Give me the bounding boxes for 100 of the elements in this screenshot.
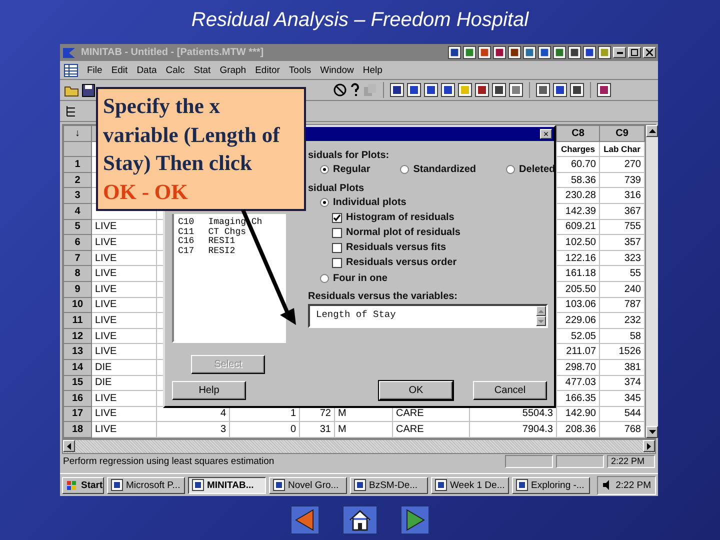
app-icon — [192, 479, 204, 491]
scroll-down-icon[interactable] — [648, 430, 656, 434]
menu-item[interactable]: Tools — [288, 64, 312, 76]
window-icon[interactable] — [509, 83, 523, 97]
restore-button[interactable] — [628, 47, 641, 58]
checkbox[interactable] — [332, 242, 342, 253]
list-item[interactable]: C16 RESI1 — [178, 237, 280, 246]
column-header[interactable]: C8 — [556, 126, 600, 142]
help-icon[interactable] — [350, 83, 360, 97]
no-entry-icon[interactable] — [333, 83, 347, 97]
shortcut-icon[interactable] — [523, 46, 536, 59]
shortcut-icon[interactable] — [568, 46, 581, 59]
menu-item[interactable]: Data — [136, 64, 157, 76]
menu-item[interactable]: Stat — [194, 64, 211, 76]
ok-button[interactable]: OK — [379, 381, 453, 400]
window-icon[interactable] — [390, 83, 404, 97]
window-icon[interactable] — [458, 83, 472, 97]
scroll-up-icon[interactable] — [648, 129, 656, 133]
taskbar-item[interactable]: Microsoft P... — [107, 476, 185, 494]
menu-item[interactable]: Edit — [111, 64, 128, 76]
save-icon[interactable] — [82, 84, 95, 96]
table-cell: 142.90 — [556, 406, 600, 422]
cancel-button[interactable]: Cancel — [473, 381, 547, 400]
shortcut-icon[interactable] — [583, 46, 596, 59]
help-button[interactable]: Help — [172, 381, 246, 400]
radio-button[interactable] — [320, 274, 329, 283]
horizontal-scrollbar[interactable] — [62, 439, 656, 454]
close-button[interactable]: × — [540, 129, 552, 139]
menu-item[interactable]: Calc — [166, 64, 185, 76]
table-cell: LIVE — [92, 234, 156, 250]
checkbox[interactable] — [332, 258, 342, 268]
table-cell: LIVE — [92, 219, 156, 235]
row-number: 12 — [64, 328, 92, 344]
shortcut-icon[interactable] — [478, 46, 491, 59]
minimize-button[interactable] — [613, 47, 626, 58]
table-cell: LIVE — [92, 312, 156, 328]
radio-button[interactable] — [400, 165, 410, 174]
window-icon[interactable] — [475, 83, 489, 97]
radio-button[interactable] — [320, 165, 329, 174]
menu-item[interactable]: Graph — [220, 64, 246, 76]
shortcut-icon[interactable] — [493, 46, 506, 59]
window-icon[interactable] — [424, 83, 438, 97]
app-icon — [273, 479, 285, 491]
taskbar-item[interactable]: Week 1 De... — [431, 476, 509, 494]
checkbox[interactable] — [332, 228, 342, 238]
taskbar-item[interactable]: Novel Gro... — [269, 476, 347, 494]
taskbar-item[interactable]: MINITAB... — [188, 476, 266, 494]
minimize-icon[interactable] — [616, 52, 622, 54]
row-number: 16 — [64, 390, 92, 406]
speaker-icon[interactable] — [602, 480, 612, 490]
window-icon[interactable] — [492, 83, 506, 97]
shortcut-icon[interactable] — [463, 46, 476, 59]
menu-item[interactable]: Window — [320, 64, 354, 76]
shortcut-icon[interactable] — [508, 46, 521, 59]
vertical-scrollbar[interactable] — [645, 125, 658, 438]
taskbar-item[interactable]: Exploring -... — [512, 476, 590, 494]
row-number: 4 — [64, 203, 92, 220]
checkbox[interactable] — [332, 212, 342, 223]
close-button[interactable] — [643, 47, 656, 58]
menu-item[interactable]: File — [87, 64, 102, 76]
tree-icon[interactable] — [64, 104, 78, 118]
section-label: siduals for Plots: — [308, 150, 390, 161]
clock: 2:22 PM — [616, 480, 651, 490]
window-icon[interactable] — [441, 83, 455, 97]
app-icon — [111, 479, 123, 491]
list-item[interactable]: C10 Imaging Ch — [178, 218, 280, 228]
scroll-left-icon[interactable] — [67, 442, 71, 450]
list-item[interactable]: C17 RESI2 — [178, 246, 280, 256]
shortcut-icon[interactable] — [598, 46, 611, 59]
status-time: 2:22 PM — [607, 455, 655, 468]
menu-item[interactable]: Editor — [255, 64, 280, 76]
shortcut-icon[interactable] — [538, 46, 551, 59]
windows-logo-icon — [66, 480, 78, 490]
field-label: Residuals versus the variables: — [308, 291, 459, 302]
row-number: 1 — [64, 156, 92, 172]
shortcut-icon[interactable] — [553, 46, 566, 59]
row-number: 13 — [64, 344, 92, 360]
start-button[interactable]: Start — [62, 476, 104, 494]
open-folder-icon[interactable] — [64, 84, 79, 96]
list-item[interactable]: C11 CT Chgs — [178, 228, 280, 237]
row-number: 9 — [64, 281, 92, 298]
shortcut-icon[interactable] — [448, 46, 461, 59]
worksheet-icon[interactable] — [64, 64, 78, 76]
menu-item[interactable]: Help — [362, 64, 382, 76]
row-number: 5 — [64, 219, 92, 235]
checkbox-label: Residuals versus fits — [346, 242, 446, 254]
column-header[interactable]: C9 — [600, 126, 644, 142]
scroll-right-icon[interactable] — [647, 442, 651, 450]
row-number: 2 — [64, 172, 92, 188]
stacked-pages-icon — [363, 83, 377, 97]
window-icon[interactable] — [407, 83, 421, 97]
row-number: 8 — [64, 266, 92, 282]
taskbar-item[interactable]: BzSM-De... — [350, 476, 428, 494]
radio-button[interactable] — [320, 198, 329, 207]
row-number: 3 — [64, 188, 92, 204]
app-icon — [435, 479, 447, 491]
table-cell: 7904.3 — [470, 422, 556, 438]
radio-button[interactable] — [506, 165, 516, 174]
app-icon — [354, 479, 366, 491]
variables-list[interactable]: C10 Imaging Ch C11 CT Chgs C16 RESI1 C17 RESI2 — [172, 214, 286, 343]
